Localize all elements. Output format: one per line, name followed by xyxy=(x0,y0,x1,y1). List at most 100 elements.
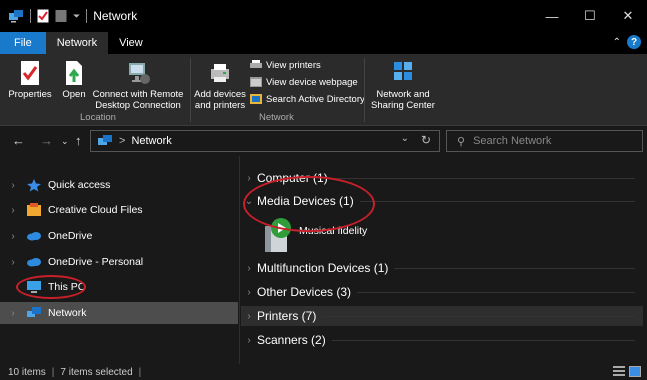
webpage-icon xyxy=(250,77,262,87)
up-button[interactable]: ↑ xyxy=(75,133,82,148)
group-divider xyxy=(394,267,635,269)
address-bar[interactable]: > Network ⌄ ↻ xyxy=(90,130,440,152)
open-label: Open xyxy=(62,89,86,100)
maximize-button[interactable]: ☐ xyxy=(571,0,609,32)
view-device-webpage-label: View device webpage xyxy=(266,76,358,88)
expand-chevron-icon[interactable]: › xyxy=(0,308,26,319)
network-icon xyxy=(27,307,41,317)
navigation-pane: › Quick access › Creative Cloud Files › … xyxy=(0,156,240,364)
expand-chevron-icon[interactable]: › xyxy=(241,287,257,298)
expand-chevron-icon[interactable]: › xyxy=(241,173,257,184)
expand-chevron-icon[interactable]: › xyxy=(241,311,257,322)
properties-label: Properties xyxy=(8,89,52,100)
location-group-label: Location xyxy=(80,112,116,123)
remote-desktop-button[interactable]: Connect with Remote Desktop Connection xyxy=(92,60,184,111)
breadcrumb-network[interactable]: Network xyxy=(131,135,171,147)
group-divider xyxy=(331,339,635,341)
selection-count: 7 items selected xyxy=(60,366,133,378)
ribbon-tabs: File Network View ⌃ ? xyxy=(0,32,647,54)
expand-chevron-icon[interactable]: › xyxy=(0,205,26,216)
address-dropdown-chevron-icon[interactable]: ⌄ xyxy=(401,133,409,144)
collapse-ribbon-icon[interactable]: ⌃ xyxy=(613,37,621,48)
remote-desktop-icon xyxy=(129,63,150,84)
view-printers-button[interactable]: View printers xyxy=(250,58,321,72)
expand-chevron-icon[interactable]: › xyxy=(0,257,26,268)
view-printers-label: View printers xyxy=(266,59,321,71)
creative-cloud-icon xyxy=(27,203,41,216)
expand-chevron-icon[interactable]: › xyxy=(0,231,26,242)
network-sharing-icon xyxy=(394,62,412,80)
expand-chevron-icon[interactable]: › xyxy=(241,335,257,346)
tab-file[interactable]: File xyxy=(0,32,46,54)
new-folder-quick-icon[interactable] xyxy=(55,9,67,23)
large-icons-view-icon[interactable] xyxy=(629,366,641,377)
add-devices-icon xyxy=(211,64,229,82)
nav-item-label: Creative Cloud Files xyxy=(48,204,143,216)
ribbon: Properties Open Connect with Remote Desk… xyxy=(0,54,647,126)
ribbon-separator xyxy=(190,58,191,122)
help-icon[interactable]: ? xyxy=(627,35,641,49)
directory-icon xyxy=(250,94,262,104)
status-separator: | xyxy=(138,366,142,378)
add-devices-label: Add devices and printers xyxy=(194,89,246,111)
window-controls: — ☐ ✕ xyxy=(533,0,647,32)
group-label: Scanners (2) xyxy=(257,333,326,347)
item-count: 10 items xyxy=(8,366,46,378)
network-sharing-center-button[interactable]: Network and Sharing Center xyxy=(368,60,438,111)
group-divider xyxy=(322,315,635,317)
group-header-other-devices[interactable]: › Other Devices (3) xyxy=(241,282,643,302)
cloud-icon xyxy=(27,258,41,267)
customize-toolbar-chevron[interactable]: ⏷ xyxy=(73,11,80,22)
minimize-button[interactable]: — xyxy=(533,0,571,32)
nav-item-label: Quick access xyxy=(48,179,111,191)
nav-item-network[interactable]: › Network xyxy=(0,302,238,324)
properties-icon xyxy=(21,61,39,85)
toolbar-separator xyxy=(86,9,88,23)
network-sharing-label: Network and Sharing Center xyxy=(371,89,435,111)
tab-view[interactable]: View xyxy=(108,32,154,54)
title-bar: ⏷ Network — ☐ ✕ xyxy=(0,0,647,32)
search-input[interactable]: Search Network xyxy=(473,135,551,147)
ribbon-controls: ⌃ ? xyxy=(613,35,641,49)
nav-item-label: OneDrive - Personal xyxy=(48,256,144,268)
nav-item-label: OneDrive xyxy=(48,230,93,242)
add-devices-button[interactable]: Add devices and printers xyxy=(193,60,247,111)
group-header-printers[interactable]: › Printers (7) xyxy=(241,306,643,326)
annotation-circle-media-devices xyxy=(243,176,375,232)
view-device-webpage-button[interactable]: View device webpage xyxy=(250,75,358,89)
status-separator: | xyxy=(51,366,55,378)
recent-locations-chevron-icon[interactable]: ⌄ xyxy=(61,136,69,147)
network-app-icon xyxy=(9,10,23,23)
search-active-directory-button[interactable]: Search Active Directory xyxy=(250,92,365,106)
nav-item-creative-cloud[interactable]: › Creative Cloud Files xyxy=(0,199,238,221)
search-box[interactable]: ⚲ Search Network xyxy=(446,130,643,152)
properties-quick-icon[interactable] xyxy=(37,9,49,23)
open-icon xyxy=(66,61,82,85)
nav-item-onedrive[interactable]: › OneDrive xyxy=(0,225,238,247)
group-divider xyxy=(359,200,635,202)
expand-chevron-icon[interactable]: › xyxy=(241,263,257,274)
forward-button[interactable]: → xyxy=(40,133,53,148)
details-view-icon[interactable] xyxy=(613,366,625,377)
search-icon: ⚲ xyxy=(457,135,466,148)
group-header-multifunction-devices[interactable]: › Multifunction Devices (1) xyxy=(241,258,643,278)
group-header-scanners[interactable]: › Scanners (2) xyxy=(241,330,643,350)
properties-button[interactable]: Properties xyxy=(8,60,52,100)
nav-item-onedrive-personal[interactable]: › OneDrive - Personal xyxy=(0,251,238,273)
open-button[interactable]: Open xyxy=(59,60,89,100)
group-label: Multifunction Devices (1) xyxy=(257,261,389,275)
star-icon xyxy=(27,179,41,192)
remote-desktop-label: Connect with Remote Desktop Connection xyxy=(92,89,184,111)
back-button[interactable]: ← xyxy=(12,133,25,148)
ribbon-separator xyxy=(364,58,365,122)
network-group-label: Network xyxy=(259,112,294,123)
breadcrumb-separator: > xyxy=(119,135,126,147)
group-divider xyxy=(333,177,635,179)
annotation-circle-this-pc xyxy=(16,275,86,299)
quick-access-toolbar: ⏷ xyxy=(0,0,88,32)
expand-chevron-icon[interactable]: › xyxy=(0,180,26,191)
nav-item-quick-access[interactable]: › Quick access xyxy=(0,174,238,196)
refresh-icon[interactable]: ↻ xyxy=(421,133,431,147)
close-button[interactable]: ✕ xyxy=(609,0,647,32)
tab-network[interactable]: Network xyxy=(45,32,109,54)
